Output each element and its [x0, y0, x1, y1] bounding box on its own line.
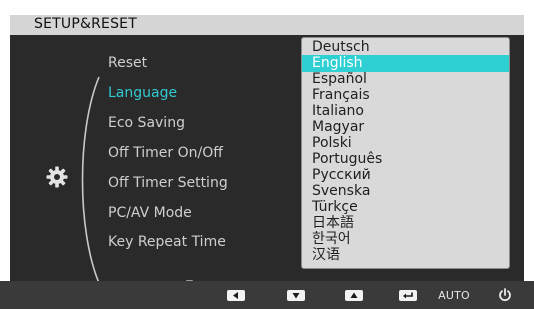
- down-arrow-key-icon: [287, 289, 305, 301]
- left-button[interactable]: [225, 281, 247, 309]
- language-option-deutsch[interactable]: Deutsch: [302, 39, 509, 56]
- power-button[interactable]: [494, 281, 516, 309]
- down-button[interactable]: [285, 281, 307, 309]
- language-dropdown-list[interactable]: Deutsch English Español Français Italian…: [301, 37, 510, 269]
- enter-key-icon: [399, 289, 417, 301]
- menu-item-pc-av-mode[interactable]: PC/AV Mode: [108, 205, 192, 221]
- up-arrow-key-icon: [345, 289, 363, 301]
- menu-item-off-timer-setting[interactable]: Off Timer Setting: [108, 175, 228, 191]
- menu-title: SETUP&RESET: [34, 16, 137, 32]
- language-option-japanese[interactable]: 日本語: [302, 215, 509, 232]
- menu-item-language[interactable]: Language: [108, 85, 177, 101]
- language-option-magyar[interactable]: Magyar: [302, 119, 509, 136]
- title-bar: SETUP&RESET: [10, 15, 524, 35]
- language-option-svenska[interactable]: Svenska: [302, 183, 509, 200]
- language-option-italiano[interactable]: Italiano: [302, 103, 509, 120]
- monitor-osd: SETUP&RESET Reset Language Eco Saving Of…: [0, 0, 534, 309]
- menu-item-off-timer-on-off[interactable]: Off Timer On/Off: [108, 145, 223, 161]
- menu-item-key-repeat-time[interactable]: Key Repeat Time: [108, 234, 226, 250]
- gear-icon: [46, 166, 68, 188]
- language-option-english[interactable]: English: [302, 55, 509, 72]
- language-option-korean[interactable]: 한국어: [302, 231, 509, 248]
- language-option-russian[interactable]: Русский: [302, 167, 509, 184]
- power-icon: [499, 288, 511, 302]
- language-option-turkce[interactable]: Türkçe: [302, 199, 509, 216]
- language-option-chinese[interactable]: 汉语: [302, 247, 509, 264]
- auto-button[interactable]: AUTO: [434, 281, 474, 309]
- menu-item-reset[interactable]: Reset: [108, 55, 147, 71]
- language-option-espanol[interactable]: Español: [302, 71, 509, 88]
- language-option-francais[interactable]: Français: [302, 87, 509, 104]
- menu-arc-decoration: [81, 76, 100, 281]
- left-arrow-key-icon: [227, 289, 245, 301]
- language-option-polski[interactable]: Polski: [302, 135, 509, 152]
- button-guide-bar: AUTO: [0, 281, 534, 309]
- language-option-portugues[interactable]: Português: [302, 151, 509, 168]
- up-button[interactable]: [343, 281, 365, 309]
- auto-label: AUTO: [438, 288, 470, 302]
- menu-item-eco-saving[interactable]: Eco Saving: [108, 115, 185, 131]
- enter-button[interactable]: [397, 281, 419, 309]
